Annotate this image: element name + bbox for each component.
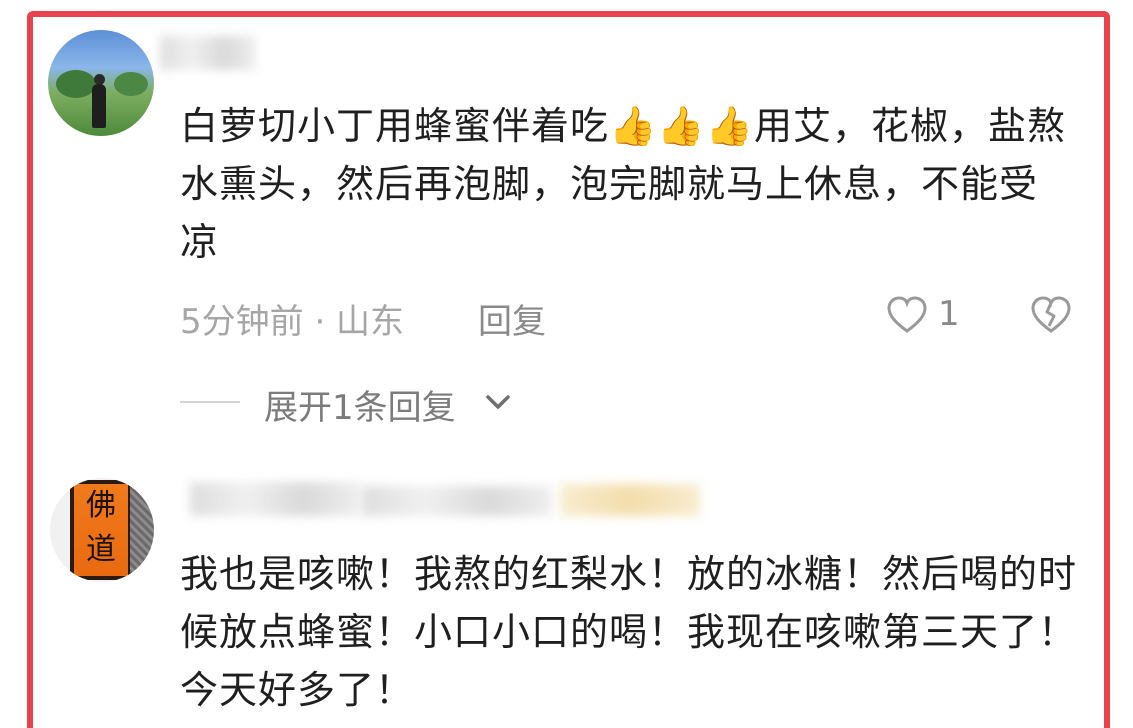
avatar[interactable]: 佛 道 — [50, 478, 154, 582]
divider — [180, 401, 240, 403]
expand-replies-button[interactable]: 展开1条回复 — [264, 380, 456, 429]
avatar-tree — [56, 70, 96, 98]
avatar-tree — [114, 72, 148, 96]
avatar-sign-char: 佛 — [86, 488, 116, 523]
comment-text-part: 白萝切小丁用蜂蜜伴着吃 — [180, 104, 610, 148]
avatar-stone-wall — [130, 478, 154, 582]
avatar-person — [92, 84, 106, 128]
username-blurred[interactable] — [160, 36, 256, 70]
avatar-sign: 佛 道 — [70, 480, 132, 580]
heart-outline-icon[interactable] — [886, 295, 928, 335]
avatar[interactable] — [48, 30, 154, 136]
username-blurred[interactable] — [190, 482, 360, 516]
username-blurred — [362, 486, 552, 516]
broken-heart-icon[interactable] — [1030, 295, 1072, 335]
username-emoji-blurred — [560, 484, 700, 516]
like-count: 1 — [938, 294, 960, 334]
comment-text: 我也是咳嗽！我熬的红梨水！放的冰糖！然后喝的时候放点蜂蜜！小口小口的喝！我现在咳… — [180, 552, 1078, 712]
chevron-down-icon[interactable] — [484, 390, 512, 414]
comment-text: 白萝切小丁用蜂蜜伴着吃👍👍👍用艾，花椒，盐熬水熏头，然后再泡脚，泡完脚就马上休息… — [180, 97, 1070, 271]
comment-time-location: 5分钟前 · 山东 — [180, 302, 405, 342]
reply-button[interactable]: 回复 — [478, 294, 546, 343]
avatar-sign-char: 道 — [86, 532, 116, 567]
thumbs-up-icon: 👍👍👍 — [609, 104, 754, 148]
